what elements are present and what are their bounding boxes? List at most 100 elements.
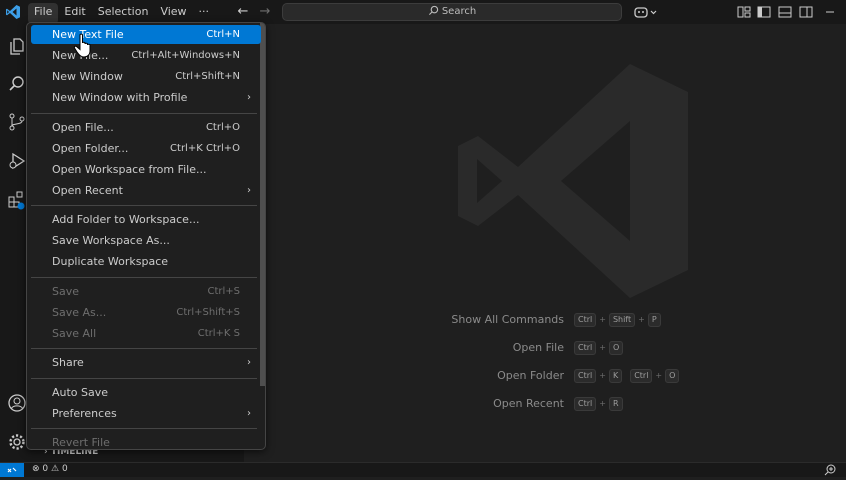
copilot-icon[interactable] (633, 4, 659, 20)
shortcut-open-recent: Open Recent Ctrl + R (420, 395, 624, 411)
forward-arrow-icon[interactable]: → (256, 3, 274, 21)
menu-item-label: Save Workspace As... (52, 234, 170, 247)
menu-item-save[interactable]: Save Ctrl+S (31, 282, 261, 301)
menu-item-shortcut: Ctrl+S (207, 286, 240, 297)
key-plus: + (599, 370, 606, 380)
menu-item-open-recent[interactable]: Open Recent › (31, 181, 261, 200)
run-debug-icon[interactable] (7, 151, 27, 171)
toggle-primary-sidebar-icon[interactable] (756, 4, 772, 20)
chevron-right-icon: › (247, 408, 251, 419)
menu-item-auto-save[interactable]: Auto Save (31, 383, 261, 402)
menu-item-label: Duplicate Workspace (52, 255, 169, 268)
menu-item-shortcut: Ctrl+O (205, 122, 240, 133)
zoom-in-icon[interactable] (822, 464, 838, 476)
key-plus: + (599, 314, 606, 324)
menu-item-new-file[interactable]: New File... Ctrl+Alt+Windows+N (31, 46, 261, 65)
menu-item-new-window-with-profile[interactable]: New Window with Profile › (31, 88, 261, 107)
minimize-window-icon[interactable] (822, 4, 838, 20)
menu-item-open-folder[interactable]: Open Folder... Ctrl+K Ctrl+O (31, 139, 261, 158)
menu-item-save-all[interactable]: Save All Ctrl+K S (31, 324, 261, 343)
menu-item-add-folder-to-workspace[interactable]: Add Folder to Workspace... (31, 210, 261, 229)
search-view-icon[interactable] (7, 74, 27, 94)
chevron-right-icon: › (247, 92, 251, 103)
explorer-icon[interactable] (7, 36, 27, 56)
menu-separator (31, 348, 257, 349)
key-p: P (647, 312, 661, 327)
menu-item-shortcut: Ctrl+Alt+Windows+N (131, 50, 240, 61)
problems-indicator[interactable]: ⊗ 0 ⚠ 0 (32, 464, 68, 474)
menu-item-open-file[interactable]: Open File... Ctrl+O (31, 118, 261, 137)
menu-item-revert-file[interactable]: Revert File (31, 433, 261, 449)
menu-item-label: Revert File (52, 436, 110, 449)
menu-item-label: New Window (52, 70, 123, 83)
menu-item-new-window[interactable]: New Window Ctrl+Shift+N (31, 67, 261, 86)
key-r: R (608, 396, 623, 411)
key-ctrl: Ctrl (574, 368, 597, 383)
menu-item-label: Save All (52, 327, 97, 340)
menu-item-save-as[interactable]: Save As... Ctrl+Shift+S (31, 303, 261, 322)
shortcut-label: Open Recent (493, 396, 564, 410)
remote-indicator[interactable] (0, 463, 24, 477)
menu-view[interactable]: View (154, 0, 192, 24)
menu-item-shortcut: Ctrl+N (206, 29, 240, 40)
back-arrow-icon[interactable]: ← (234, 3, 252, 21)
key-ctrl: Ctrl (574, 312, 597, 327)
shortcut-label: Show All Commands (451, 312, 564, 326)
shortcut-label: Open Folder (497, 368, 564, 382)
error-count: 0 (42, 464, 49, 474)
key-k: K (608, 368, 623, 383)
menu-item-open-workspace-from-file[interactable]: Open Workspace from File... (31, 160, 261, 179)
menu-separator (31, 428, 257, 429)
menu-item-label: Auto Save (52, 386, 109, 399)
vscode-watermark-icon (458, 64, 688, 298)
error-icon: ⊗ (32, 464, 40, 474)
title-bar: File Edit Selection View ··· ← → Search (0, 0, 846, 24)
menu-more[interactable]: ··· (193, 0, 216, 24)
warning-icon: ⚠ (51, 464, 60, 474)
key-o: O (665, 368, 680, 383)
menu-item-share[interactable]: Share › (31, 353, 261, 372)
menu-item-label: Open File... (52, 121, 114, 134)
file-menu-dropdown: New Text File Ctrl+N New File... Ctrl+Al… (26, 22, 266, 450)
search-icon (428, 5, 438, 16)
menu-item-label: Save (52, 285, 80, 298)
shortcut-show-all-commands: Show All Commands Ctrl + Shift + P (420, 311, 662, 327)
search-label: Search (441, 6, 477, 17)
menu-bar: File Edit Selection View ··· (28, 0, 215, 24)
shortcut-open-file: Open File Ctrl + O (420, 339, 624, 355)
menu-item-shortcut: Ctrl+K Ctrl+O (170, 143, 240, 154)
menu-edit[interactable]: Edit (58, 0, 91, 24)
menu-file[interactable]: File (28, 3, 59, 24)
warning-count: 0 (61, 464, 68, 474)
key-plus: + (638, 314, 645, 324)
chevron-right-icon: › (247, 357, 251, 368)
menu-item-label: Open Folder... (52, 142, 129, 155)
source-control-icon[interactable] (7, 112, 27, 132)
hand-cursor-icon (73, 33, 91, 58)
menu-item-label: Add Folder to Workspace... (52, 213, 200, 226)
menu-item-shortcut: Ctrl+Shift+N (175, 71, 240, 82)
key-shift: Shift (608, 312, 636, 327)
menu-separator (31, 378, 257, 379)
menu-item-preferences[interactable]: Preferences › (31, 404, 261, 423)
status-bar: ⊗ 0 ⚠ 0 (0, 462, 846, 477)
command-center-search[interactable]: Search (282, 3, 622, 21)
key-plus: + (599, 398, 606, 408)
menu-item-label: Share (52, 356, 84, 369)
menu-item-label: Open Recent (52, 184, 123, 197)
menu-item-new-text-file[interactable]: New Text File Ctrl+N (31, 25, 261, 44)
accounts-icon[interactable] (7, 393, 27, 413)
menu-item-save-workspace-as[interactable]: Save Workspace As... (31, 231, 261, 250)
manage-gear-icon[interactable] (7, 432, 27, 452)
extensions-icon[interactable] (7, 190, 27, 210)
menu-item-label: Preferences (52, 407, 117, 420)
customize-layout-icon[interactable] (736, 4, 752, 20)
menu-selection[interactable]: Selection (92, 0, 155, 24)
key-ctrl: Ctrl (574, 340, 597, 355)
menu-item-label: New Window with Profile (52, 91, 188, 104)
menu-item-shortcut: Ctrl+Shift+S (176, 307, 240, 318)
remote-icon (7, 467, 17, 473)
toggle-panel-icon[interactable] (777, 4, 793, 20)
toggle-secondary-sidebar-icon[interactable] (798, 4, 814, 20)
menu-item-duplicate-workspace[interactable]: Duplicate Workspace (31, 252, 261, 271)
